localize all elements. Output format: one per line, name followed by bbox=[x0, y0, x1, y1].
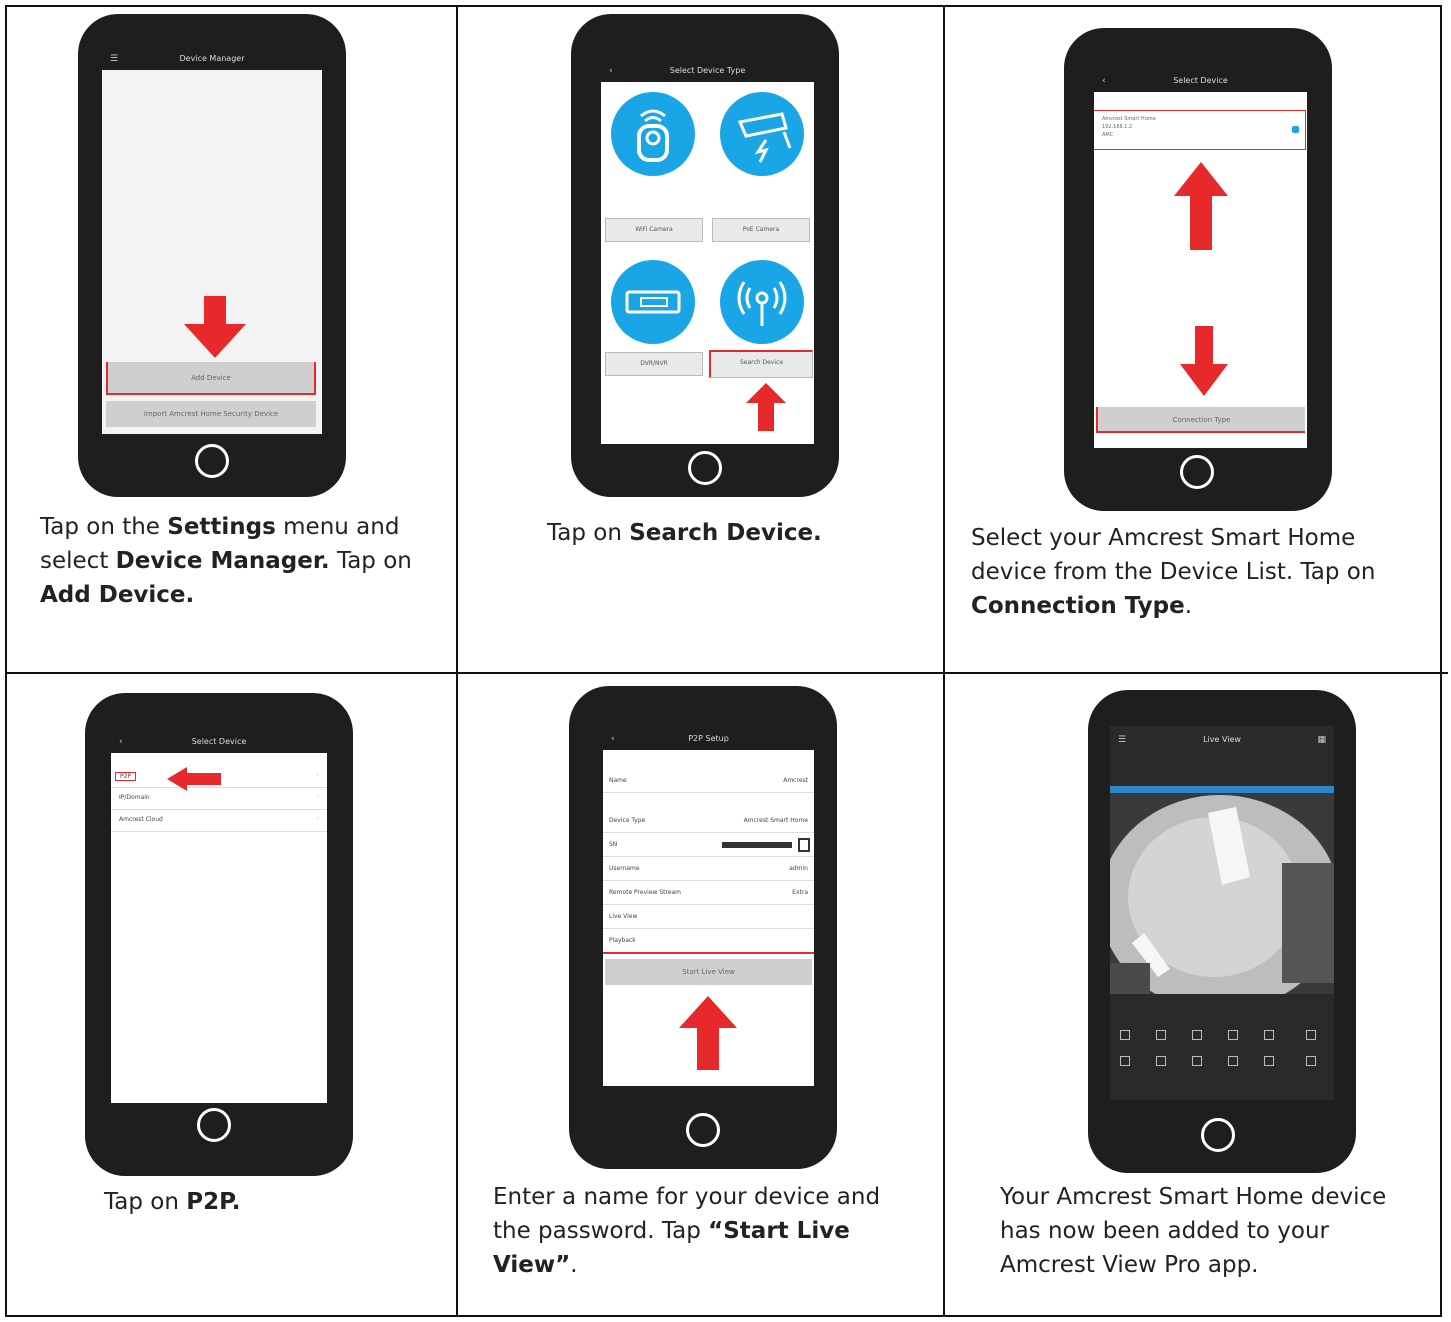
selected-indicator-icon bbox=[1292, 126, 1299, 133]
control-icon[interactable] bbox=[1120, 1030, 1130, 1040]
phone-screen: ☰ Device Manager Add Device Import Amcre… bbox=[102, 48, 322, 434]
phone-screen: ‹ Select Device Type WiFi Camera PoE Cam… bbox=[601, 60, 814, 444]
screen-title-bar: ☰ Live View ▦ bbox=[1110, 726, 1334, 754]
control-icon[interactable] bbox=[1192, 1056, 1202, 1066]
screen-title-bar: ‹ P2P Setup bbox=[603, 728, 814, 750]
form-row[interactable]: Playback bbox=[603, 930, 814, 954]
form-row[interactable]: Name Amcrest bbox=[603, 770, 814, 793]
antenna-icon[interactable] bbox=[720, 260, 804, 344]
connection-type-button[interactable]: Connection Type bbox=[1096, 407, 1305, 433]
control-icon[interactable] bbox=[1156, 1030, 1166, 1040]
red-arrow-up bbox=[746, 383, 786, 431]
option-ip-domain[interactable]: IP/Domain › bbox=[111, 789, 327, 810]
wifi-camera-icon[interactable] bbox=[611, 92, 695, 176]
control-icon[interactable] bbox=[1120, 1056, 1130, 1066]
menu-icon[interactable]: ☰ bbox=[110, 48, 118, 70]
dvr-icon[interactable] bbox=[611, 260, 695, 344]
poe-camera-tile[interactable]: PoE Camera bbox=[712, 218, 810, 242]
form-row[interactable]: Remote Preview Stream Extra bbox=[603, 882, 814, 905]
step-1-caption: Tap on the Settings menu and select Devi… bbox=[40, 514, 412, 608]
control-icon[interactable] bbox=[1156, 1056, 1166, 1066]
home-button-icon bbox=[1201, 1118, 1235, 1152]
screen-title: Device Manager bbox=[179, 54, 245, 63]
phone-step-1: ☰ Device Manager Add Device Import Amcre… bbox=[78, 14, 346, 497]
control-toolbar bbox=[1110, 1024, 1334, 1084]
form-row[interactable]: Username admin bbox=[603, 858, 814, 881]
device-ip: 192.168.1.2 bbox=[1102, 124, 1133, 130]
home-button-icon bbox=[197, 1108, 231, 1142]
step-4-caption: Tap on P2P. bbox=[104, 1189, 241, 1215]
start-live-view-button[interactable]: Start Live View bbox=[605, 959, 812, 985]
control-icon[interactable] bbox=[1306, 1030, 1316, 1040]
chevron-right-icon: › bbox=[316, 815, 319, 822]
column-divider-2 bbox=[943, 7, 945, 1317]
phone-screen: ‹ Select Device Amcrest Smart Home 192.1… bbox=[1094, 70, 1307, 448]
back-icon[interactable]: ‹ bbox=[611, 728, 615, 750]
qr-code-icon[interactable] bbox=[798, 838, 810, 852]
device-name: Amcrest Smart Home bbox=[1102, 116, 1156, 122]
home-button-icon bbox=[686, 1113, 720, 1147]
red-arrow-left bbox=[167, 767, 221, 791]
form-row[interactable]: Live View bbox=[603, 906, 814, 929]
dvr-tile[interactable]: DVR/NVR bbox=[605, 352, 703, 376]
option-amcrest-cloud[interactable]: Amcrest Cloud › bbox=[111, 811, 327, 832]
control-icon[interactable] bbox=[1264, 1056, 1274, 1066]
screen-title: Select Device Type bbox=[669, 66, 746, 75]
home-button-icon bbox=[195, 444, 229, 478]
fisheye-view bbox=[1110, 795, 1334, 994]
red-arrow-up bbox=[679, 996, 737, 1070]
chevron-right-icon: › bbox=[316, 793, 319, 800]
screen-title: Select Device bbox=[1173, 76, 1228, 85]
device-model: AMC bbox=[1102, 132, 1114, 138]
screen-title-bar: ‹ Select Device Type bbox=[601, 60, 814, 82]
phone-screen: ‹ Select Device P2P › IP/Domain › Amcres… bbox=[111, 731, 327, 1103]
step-5-caption: Enter a name for your device and the pas… bbox=[493, 1184, 881, 1278]
red-arrow-up bbox=[1174, 162, 1228, 250]
phone-screen: ☰ Live View ▦ bbox=[1110, 726, 1334, 1100]
phone-step-6: ☰ Live View ▦ bbox=[1088, 690, 1356, 1173]
screen-title-bar: ‹ Select Device bbox=[111, 731, 327, 753]
phone-step-3: ‹ Select Device Amcrest Smart Home 192.1… bbox=[1064, 28, 1332, 511]
phone-step-4: ‹ Select Device P2P › IP/Domain › Amcres… bbox=[85, 693, 353, 1176]
import-device-button[interactable]: Import Amcrest Home Security Device bbox=[106, 401, 316, 427]
step-2-caption: Tap on Search Device. bbox=[547, 520, 822, 546]
control-icon[interactable] bbox=[1228, 1056, 1238, 1066]
back-icon[interactable]: ‹ bbox=[609, 60, 613, 82]
poe-camera-icon[interactable] bbox=[720, 92, 804, 176]
back-icon[interactable]: ‹ bbox=[119, 731, 123, 753]
form-row[interactable]: SN bbox=[603, 834, 814, 857]
step-3-caption: Select your Amcrest Smart Home device fr… bbox=[971, 525, 1376, 619]
grid-icon[interactable]: ▦ bbox=[1317, 726, 1326, 754]
screen-title: Live View bbox=[1203, 735, 1241, 744]
add-device-button[interactable]: Add Device bbox=[106, 362, 316, 395]
phone-step-5: ‹ P2P Setup Name Amcrest Device Type Amc… bbox=[569, 686, 837, 1169]
red-arrow-down bbox=[184, 296, 246, 358]
back-icon[interactable]: ‹ bbox=[1102, 70, 1106, 92]
phone-step-2: ‹ Select Device Type WiFi Camera PoE Cam… bbox=[571, 14, 839, 497]
red-arrow-down bbox=[1180, 326, 1228, 396]
device-list-item[interactable]: Amcrest Smart Home 192.168.1.2 AMC bbox=[1094, 110, 1306, 150]
step-6-caption: Your Amcrest Smart Home device has now b… bbox=[1000, 1184, 1387, 1278]
wifi-camera-tile[interactable]: WiFi Camera bbox=[605, 218, 703, 242]
control-icon[interactable] bbox=[1228, 1030, 1238, 1040]
home-button-icon bbox=[1180, 455, 1214, 489]
control-icon[interactable] bbox=[1192, 1030, 1202, 1040]
serial-number-value bbox=[722, 842, 792, 848]
column-divider-1 bbox=[456, 7, 458, 1317]
control-icon[interactable] bbox=[1306, 1056, 1316, 1066]
screen-title: P2P Setup bbox=[688, 734, 729, 743]
home-button-icon bbox=[688, 451, 722, 485]
menu-icon[interactable]: ☰ bbox=[1118, 726, 1126, 754]
form-row[interactable]: Device Type Amcrest Smart Home bbox=[603, 810, 814, 833]
camera-feed[interactable] bbox=[1110, 786, 1334, 994]
search-device-tile[interactable]: Search Device bbox=[709, 350, 813, 378]
screen-title-bar: ☰ Device Manager bbox=[102, 48, 322, 70]
phone-screen: ‹ P2P Setup Name Amcrest Device Type Amc… bbox=[603, 728, 814, 1086]
feed-status-bar bbox=[1110, 786, 1334, 793]
screen-title: Select Device bbox=[191, 737, 247, 746]
chevron-right-icon: › bbox=[316, 771, 319, 778]
screen-title-bar: ‹ Select Device bbox=[1094, 70, 1307, 92]
control-icon[interactable] bbox=[1264, 1030, 1274, 1040]
row-divider bbox=[7, 672, 1448, 674]
